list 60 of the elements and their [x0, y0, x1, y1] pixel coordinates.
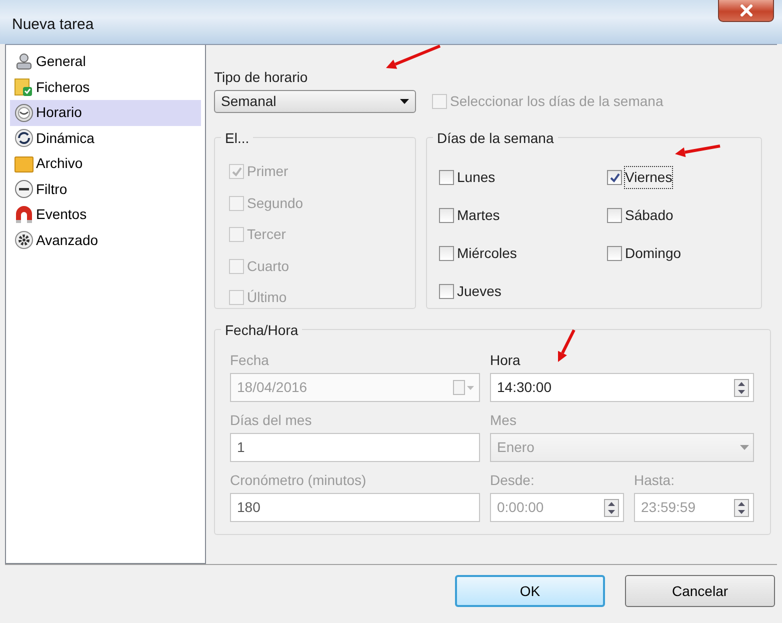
checkbox-label: Tercer — [247, 225, 286, 244]
field-label: Hasta: — [634, 471, 676, 490]
schedule-type-dropdown[interactable]: Semanal — [214, 90, 416, 113]
sidebar-item[interactable]: Dinámica — [10, 126, 201, 151]
time-field[interactable]: 14:30:00 — [490, 373, 754, 402]
dialog-button[interactable]: Cancelar — [625, 575, 775, 607]
minus-icon — [14, 179, 34, 200]
sidebar-item[interactable]: Archivo — [10, 151, 201, 176]
checkbox-label: Miércoles — [457, 244, 517, 262]
caret-icon — [400, 99, 409, 104]
clock-icon — [14, 102, 34, 123]
close-icon — [738, 4, 754, 17]
checkbox-label: Sábado — [625, 206, 674, 224]
folder-icon — [14, 154, 34, 174]
sidebar-item[interactable]: Avanzado — [10, 228, 201, 253]
checkbox[interactable] — [607, 246, 622, 260]
checkbox[interactable] — [439, 246, 454, 260]
magnet-icon — [14, 204, 34, 225]
checkbox-label: Martes — [457, 206, 500, 224]
checkbox-label: Viernes — [625, 166, 672, 188]
person-icon — [14, 52, 34, 72]
checkbox-label: Jueves — [457, 282, 502, 300]
field-label: Mes — [490, 411, 518, 430]
folder-check-icon — [14, 77, 34, 98]
sidebar-item[interactable]: Horario — [10, 100, 201, 126]
gear-icon — [14, 230, 34, 250]
caret-icon — [740, 445, 749, 450]
field-label: Días del mes — [230, 411, 313, 430]
sidebar-item[interactable]: Filtro — [10, 176, 201, 202]
checkbox-label: Último — [247, 288, 287, 308]
sidebar-item[interactable]: Ficheros — [10, 74, 201, 100]
checkbox-label: Primer — [247, 162, 288, 182]
checkbox[interactable] — [439, 284, 454, 298]
checkbox-label: Cuarto — [247, 256, 290, 276]
spinner-icon — [734, 378, 749, 396]
field-label: Tipo de horario — [214, 68, 309, 87]
annotation-arrow — [386, 44, 441, 69]
window-title: Nueva tarea — [12, 15, 94, 35]
sidebar-item[interactable]: General — [10, 49, 201, 74]
checkbox-label: Seleccionar los días de la semana — [450, 92, 664, 111]
field-label: Fecha — [230, 351, 270, 370]
spinner-icon — [604, 498, 619, 516]
dialog-button[interactable]: OK — [455, 575, 605, 607]
field-label: Cronómetro (minutos) — [230, 471, 368, 490]
annotation-arrow — [558, 329, 576, 362]
checkbox-label: Segundo — [247, 194, 304, 213]
checkbox[interactable] — [607, 170, 622, 184]
checkbox-label: Domingo — [625, 244, 682, 263]
field-label: Desde: — [490, 471, 536, 490]
spinner-icon — [734, 498, 749, 516]
field-label: Hora — [490, 351, 522, 370]
close-button[interactable] — [718, 0, 774, 22]
sidebar-item[interactable]: Eventos — [10, 202, 201, 228]
calendar-icon — [453, 380, 475, 396]
refresh-icon — [14, 128, 34, 148]
checkbox[interactable] — [439, 208, 454, 222]
checkbox-label: Lunes — [457, 168, 496, 186]
annotation-arrow — [675, 144, 720, 158]
checkbox[interactable] — [607, 208, 622, 222]
checkbox[interactable] — [439, 170, 454, 184]
